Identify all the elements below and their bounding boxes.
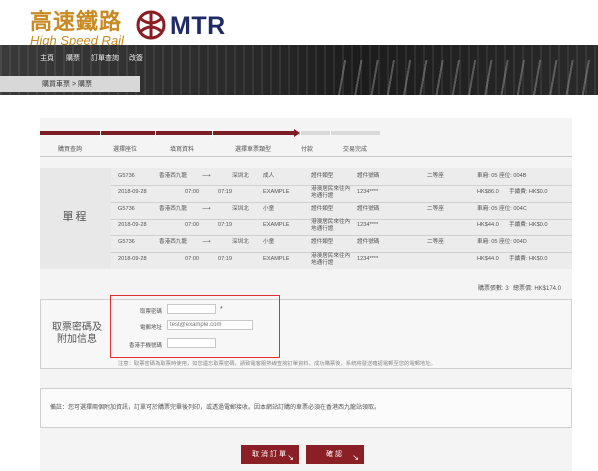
travel-date: 2018-09-28 xyxy=(118,256,147,262)
route-arrow-icon: ⟶ xyxy=(202,206,211,212)
passenger-name: EXAMPLE xyxy=(263,256,290,262)
seat-info: 車廂: 05 座位: 004C xyxy=(477,206,527,212)
document-description: 港澳居民來往內地通行證 xyxy=(311,186,351,199)
step-search: 購買查詢 xyxy=(58,147,83,153)
document-description: 港澳居民來往內地通行證 xyxy=(311,219,351,232)
row-divider xyxy=(111,235,572,236)
passenger-name: EXAMPLE xyxy=(263,189,290,195)
logo-chinese-text: 高速鐵路 xyxy=(30,9,123,35)
mtr-logo-icon xyxy=(136,10,166,40)
service-fee: 手續費: HK$0.0 xyxy=(509,189,548,195)
breadcrumb: 購買車票 > 購票 xyxy=(0,76,140,92)
step-divider xyxy=(212,131,213,137)
ticket-count: 購票張數: 3 xyxy=(478,286,509,292)
seat-info: 車廂: 05 座位: 004B xyxy=(477,173,527,179)
password-label: 取票密碼 xyxy=(139,309,162,315)
seat-class: 二等座 xyxy=(427,206,444,212)
document-number-label: 證件號碼 xyxy=(357,239,380,245)
passenger-name: EXAMPLE xyxy=(263,222,290,228)
email-label: 電郵地址 xyxy=(139,325,162,331)
to-station: 深圳北 xyxy=(232,206,249,212)
collection-info-label: 取票密碼及附加信息 xyxy=(52,322,102,345)
collection-note: 注意：取票密碼為取票時使用，如您遺忘取票密碼，請致電客服熱線查詢訂單資料。成功購… xyxy=(118,361,436,367)
seat-class: 二等座 xyxy=(427,239,444,245)
itinerary-label: 單程 xyxy=(62,211,89,223)
passenger-type: 成人 xyxy=(263,173,275,179)
divider xyxy=(40,156,572,157)
confirm-label: 確認 xyxy=(326,451,344,458)
nav-item-change[interactable]: 改簽 xyxy=(129,53,143,63)
service-fee: 手續費: HK$0.0 xyxy=(509,256,548,262)
document-type-label: 證件類型 xyxy=(311,206,334,212)
arrival-time: 07:19 xyxy=(218,222,232,228)
from-station: 香港西九龍 xyxy=(159,206,187,212)
step-payment: 付款 xyxy=(301,147,314,153)
route-arrow-icon: ⟶ xyxy=(202,173,211,179)
seat-info: 車廂: 05 座位: 004D xyxy=(477,239,527,245)
fare: HK$86.0 xyxy=(477,189,499,195)
document-number: 1234**** xyxy=(357,256,379,262)
mtr-wordmark: MTR xyxy=(170,12,226,40)
departure-time: 07:00 xyxy=(185,222,199,228)
total-fare: 總票價: HK$174.0 xyxy=(513,286,562,292)
nav-item-home[interactable]: 主頁 xyxy=(40,53,54,63)
hk-phone-input[interactable] xyxy=(167,338,216,348)
service-fee: 手續費: HK$0.0 xyxy=(509,222,548,228)
remark-text: 備註：您可選擇兩個附加資訊，訂單可於購票完畢後列印，或透過電郵接收。因本網站訂購… xyxy=(50,405,381,411)
to-station: 深圳北 xyxy=(232,239,249,245)
fare: HK$44.0 xyxy=(477,256,499,262)
arrival-time: 07:19 xyxy=(218,189,232,195)
travel-date: 2018-09-28 xyxy=(118,189,147,195)
document-number: 1234**** xyxy=(357,222,379,228)
departure-time: 07:00 xyxy=(185,256,199,262)
nav-item-buy[interactable]: 購票 xyxy=(66,53,80,63)
to-station: 深圳北 xyxy=(232,173,249,179)
corner-arrow-icon: ↘ xyxy=(352,453,361,462)
train-number: G5736 xyxy=(118,173,135,179)
fare: HK$44.0 xyxy=(477,222,499,228)
document-type-label: 證件類型 xyxy=(311,173,334,179)
from-station: 香港西九龍 xyxy=(159,239,187,245)
document-type-label: 證件類型 xyxy=(311,239,334,245)
step-divider xyxy=(330,131,331,137)
collection-password-input[interactable] xyxy=(167,304,216,314)
step-fill-info: 填寫資料 xyxy=(170,147,195,153)
step-select-seat: 選擇座位 xyxy=(113,147,138,153)
confirm-button[interactable]: 確認 ↘ xyxy=(306,445,364,464)
row-divider xyxy=(111,202,572,203)
hsr-logo: 高速鐵路 High Speed Rail xyxy=(30,4,124,48)
from-station: 香港西九龍 xyxy=(159,173,187,179)
travel-date: 2018-09-28 xyxy=(118,222,147,228)
step-divider xyxy=(300,131,301,137)
train-number: G5736 xyxy=(118,239,135,245)
document-number: 1234**** xyxy=(357,189,379,195)
cancel-order-label: 取消訂單 xyxy=(252,451,288,458)
nav-item-orders[interactable]: 訂單查詢 xyxy=(91,53,119,63)
departure-time: 07:00 xyxy=(185,189,199,195)
main-nav: 主頁 購票 訂單查詢 改簽 xyxy=(0,51,598,67)
step-complete: 交易完成 xyxy=(343,147,368,153)
arrival-time: 07:19 xyxy=(218,256,232,262)
route-arrow-icon: ⟶ xyxy=(202,239,211,245)
step-ticket-type: 選擇車票類型 xyxy=(235,147,272,153)
required-mark: * xyxy=(220,306,223,313)
passenger-type: 小童 xyxy=(263,206,275,212)
train-number: G5736 xyxy=(118,206,135,212)
document-description: 港澳居民來往內地通行證 xyxy=(311,253,351,266)
cancel-order-button[interactable]: 取消訂單 ↘ xyxy=(241,445,299,464)
step-divider xyxy=(100,131,101,137)
email-input[interactable] xyxy=(167,320,253,330)
step-divider xyxy=(155,131,156,137)
phone-label: 香港手機號碼 xyxy=(128,343,162,349)
document-number-label: 證件號碼 xyxy=(357,173,380,179)
breadcrumb-text: 購買車票 > 購票 xyxy=(42,81,92,88)
passenger-type: 小童 xyxy=(263,239,275,245)
progress-fill xyxy=(40,131,295,135)
corner-arrow-icon: ↘ xyxy=(287,453,296,462)
document-number-label: 證件號碼 xyxy=(357,206,380,212)
seat-class: 二等座 xyxy=(427,173,444,179)
